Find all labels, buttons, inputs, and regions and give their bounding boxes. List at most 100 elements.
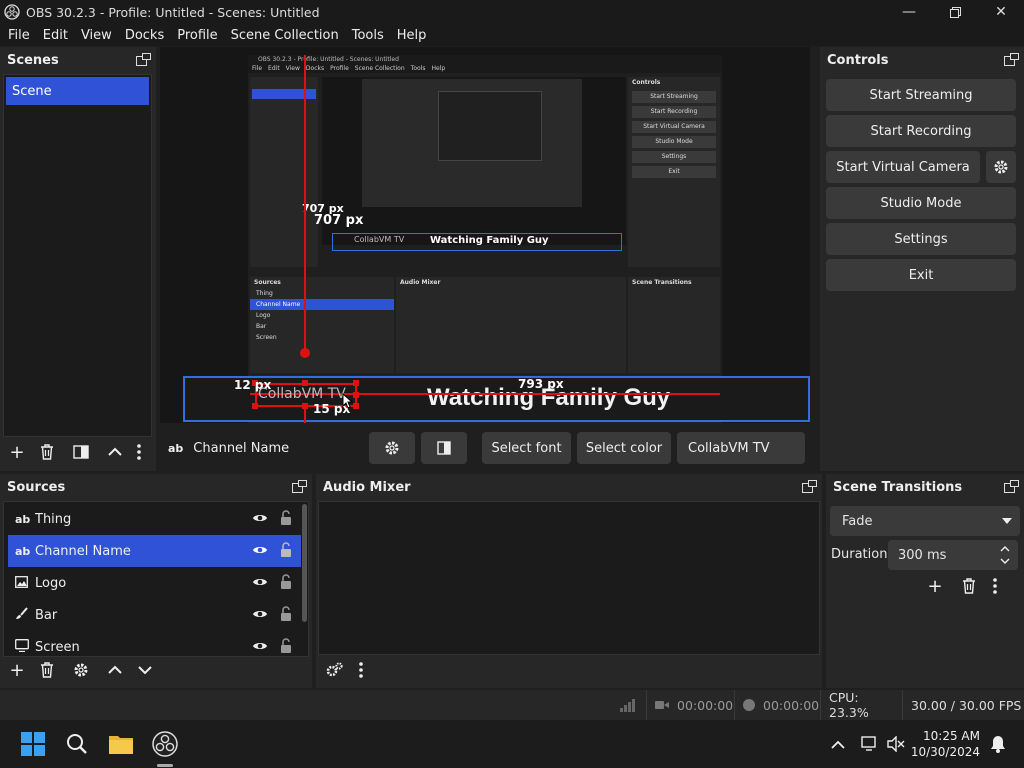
remove-scene-button[interactable] <box>34 441 60 463</box>
eye-icon[interactable] <box>252 544 268 556</box>
source-properties-button[interactable] <box>369 432 415 464</box>
volume-tray-button[interactable] <box>882 730 910 758</box>
unlock-icon[interactable] <box>280 606 292 622</box>
eye-icon[interactable] <box>252 640 268 652</box>
start-recording-button[interactable]: Start Recording <box>826 115 1016 147</box>
settings-button[interactable]: Settings <box>826 223 1016 255</box>
select-color-button[interactable]: Select color <box>577 432 671 464</box>
unlock-icon[interactable] <box>280 638 292 654</box>
maximize-button[interactable] <box>932 0 978 24</box>
unlock-icon[interactable] <box>280 542 292 558</box>
close-button[interactable]: ✕ <box>978 0 1024 24</box>
controls-title-label: Controls <box>827 52 889 68</box>
menu-docks[interactable]: Docks <box>120 28 169 43</box>
menu-scene-collection[interactable]: Scene Collection <box>226 28 344 43</box>
text-source-icon: ab <box>15 512 31 526</box>
eye-icon[interactable] <box>252 512 268 524</box>
more-vertical-icon <box>993 578 997 594</box>
eye-icon[interactable] <box>252 576 268 588</box>
spin-down-icon[interactable] <box>1000 558 1010 564</box>
move-source-down-button[interactable] <box>132 659 158 681</box>
source-item[interactable]: ab Channel Name <box>8 535 301 567</box>
obs-taskbar-button[interactable] <box>151 730 179 758</box>
menu-edit[interactable]: Edit <box>38 28 73 43</box>
mixer-title-label: Audio Mixer <box>323 479 411 495</box>
source-item[interactable]: ab Thing <box>8 503 301 535</box>
studio-mode-button[interactable]: Studio Mode <box>826 187 1016 219</box>
cpu-usage: CPU: 23.3% <box>820 690 902 720</box>
advanced-audio-button[interactable] <box>322 659 348 681</box>
undock-icon[interactable] <box>1004 53 1019 66</box>
gear-icon <box>385 441 399 455</box>
start-button[interactable] <box>19 730 47 758</box>
remove-transition-button[interactable] <box>956 575 982 597</box>
undock-icon[interactable] <box>136 53 151 66</box>
filter-icon <box>73 445 89 459</box>
spin-up-icon[interactable] <box>1000 546 1010 552</box>
duration-spinbox[interactable]: 300 ms <box>888 540 1018 570</box>
menu-profile[interactable]: Profile <box>172 28 222 43</box>
file-explorer-button[interactable] <box>107 730 135 758</box>
scenes-more-button[interactable] <box>134 441 144 463</box>
menu-tools[interactable]: Tools <box>347 28 389 43</box>
select-font-button[interactable]: Select font <box>482 432 571 464</box>
undock-icon[interactable] <box>292 480 307 493</box>
source-item-name: Bar <box>35 607 58 623</box>
bell-icon <box>991 736 1005 753</box>
virtual-camera-settings-button[interactable] <box>986 151 1016 183</box>
source-filters-button[interactable] <box>421 432 467 464</box>
eye-icon[interactable] <box>252 608 268 620</box>
transition-select[interactable]: Fade <box>830 506 1020 536</box>
source-text-field[interactable]: CollabVM TV <box>677 432 805 464</box>
notifications-button[interactable] <box>984 730 1012 758</box>
gear-icon <box>994 160 1008 174</box>
controls-dock: Controls Start Streaming Start Recording… <box>820 47 1024 471</box>
undock-icon[interactable] <box>1004 480 1019 493</box>
image-icon <box>15 575 33 591</box>
scene-item[interactable]: Scene <box>6 77 149 105</box>
source-properties-button[interactable] <box>68 659 94 681</box>
menu-file[interactable]: File <box>3 28 35 43</box>
add-source-button[interactable]: + <box>4 659 30 681</box>
add-transition-button[interactable]: + <box>922 575 948 597</box>
transitions-title-label: Scene Transitions <box>833 479 963 495</box>
brush-icon <box>15 607 33 623</box>
sources-scrollbar[interactable] <box>302 504 307 622</box>
obs-logo-icon <box>152 731 178 757</box>
source-item[interactable]: Screen <box>8 631 301 656</box>
gear-icon <box>74 663 88 677</box>
source-item-name: Screen <box>35 639 80 655</box>
menu-help[interactable]: Help <box>392 28 432 43</box>
more-vertical-icon <box>137 444 141 460</box>
menu-view[interactable]: View <box>76 28 117 43</box>
search-icon <box>67 734 87 754</box>
trash-icon <box>41 662 53 678</box>
show-hidden-icons-button[interactable] <box>824 730 852 758</box>
start-virtual-camera-button[interactable]: Start Virtual Camera <box>826 151 980 183</box>
undock-icon[interactable] <box>802 480 817 493</box>
source-item[interactable]: Logo <box>8 567 301 599</box>
preview-area[interactable]: OBS 30.2.3 - Profile: Untitled - Scenes:… <box>160 47 810 423</box>
unlock-icon[interactable] <box>280 510 292 526</box>
exit-button[interactable]: Exit <box>826 259 1016 291</box>
move-source-up-button[interactable] <box>102 659 128 681</box>
transitions-toolbar: + <box>922 575 1000 597</box>
add-scene-button[interactable]: + <box>4 441 30 463</box>
chevron-up-icon <box>108 447 122 456</box>
network-tray-button[interactable] <box>856 730 884 758</box>
minimize-button[interactable]: — <box>886 0 932 24</box>
status-bar: 00:00:00 00:00:00 CPU: 23.3% 30.00 / 30.… <box>0 690 1024 720</box>
search-button[interactable] <box>63 730 91 758</box>
windows-logo-icon <box>21 732 45 756</box>
sources-dock: Sources ab Thing ab Channel Name Logo Ba… <box>0 474 312 688</box>
source-item[interactable]: Bar <box>8 599 301 631</box>
transitions-more-button[interactable] <box>990 575 1000 597</box>
clock[interactable]: 10:25 AM 10/30/2024 <box>911 728 980 760</box>
remove-source-button[interactable] <box>34 659 60 681</box>
mixer-more-button[interactable] <box>356 659 366 681</box>
start-streaming-button[interactable]: Start Streaming <box>826 79 1016 111</box>
scene-filters-button[interactable] <box>68 441 94 463</box>
unlock-icon[interactable] <box>280 574 292 590</box>
scenes-dock: Scenes Scene + <box>0 47 156 471</box>
move-scene-up-button[interactable] <box>102 441 128 463</box>
